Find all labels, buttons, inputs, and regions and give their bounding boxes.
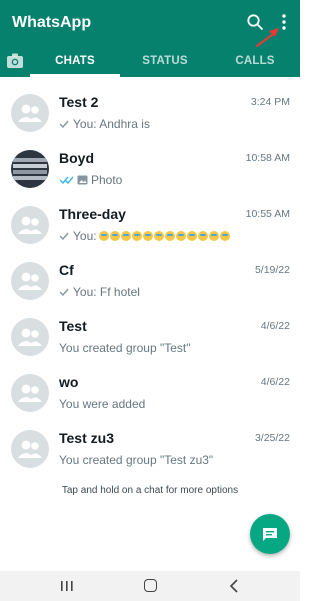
chat-time: 3:24 PM: [250, 96, 290, 108]
chat-time: 10:58 AM: [245, 152, 290, 164]
chat-name: Boyd: [59, 150, 94, 166]
chat-time: 4/6/22: [260, 376, 290, 388]
chat-preview-text: Photo: [91, 173, 123, 187]
chat-name: Cf: [59, 262, 74, 278]
sent-tick-icon: [59, 120, 69, 128]
chat-name: wo: [59, 374, 79, 390]
chat-preview-text: You: Ff hotel: [73, 285, 140, 299]
emoji-icon: [175, 231, 186, 241]
group-avatar-icon: [11, 94, 49, 132]
chat-name: Test 2: [59, 94, 99, 110]
chat-row[interactable]: Three-day 10:55 AM You:: [0, 204, 300, 260]
chat-preview: You: Ff hotel: [59, 285, 140, 299]
chat-preview-text: You created group "Test": [59, 341, 191, 355]
chat-name: Three-day: [59, 206, 126, 222]
emoji-sequence: [98, 231, 231, 241]
chat-preview-text: You:: [73, 229, 97, 243]
tab-status[interactable]: STATUS: [120, 44, 210, 77]
emoji-icon: [186, 231, 197, 241]
read-double-tick-icon: [59, 176, 73, 184]
group-avatar-icon: [11, 262, 49, 300]
emoji-icon: [98, 231, 109, 241]
app-header: WhatsApp CHATS STATUS CALLS: [0, 0, 300, 77]
chat-row[interactable]: Cf 5/19/22 You: Ff hotel: [0, 260, 300, 316]
tab-bar: CHATS STATUS CALLS: [0, 44, 300, 77]
group-avatar-icon: [11, 206, 49, 244]
emoji-icon: [131, 231, 142, 241]
chat-preview-text: You: Andhra is: [73, 117, 150, 131]
back-icon[interactable]: [228, 579, 240, 593]
system-nav-bar: [0, 571, 300, 601]
home-icon[interactable]: [144, 579, 157, 592]
new-chat-button[interactable]: [250, 514, 290, 554]
chat-preview: You:: [59, 229, 231, 243]
tab-chats[interactable]: CHATS: [30, 44, 120, 77]
app-title: WhatsApp: [12, 14, 92, 31]
chat-time: 5/19/22: [254, 264, 290, 276]
recent-apps-icon[interactable]: [60, 580, 74, 592]
emoji-icon: [208, 231, 219, 241]
chat-row[interactable]: Test 4/6/22 You created group "Test": [0, 316, 300, 372]
tab-calls[interactable]: CALLS: [210, 44, 300, 77]
group-avatar-icon: [11, 318, 49, 356]
emoji-icon: [219, 231, 230, 241]
chat-name: Test: [59, 318, 87, 334]
emoji-icon: [153, 231, 164, 241]
chat-row[interactable]: Boyd 10:58 AM Photo: [0, 148, 300, 204]
chat-time: 3/25/22: [254, 432, 290, 444]
emoji-icon: [142, 231, 153, 241]
chat-row[interactable]: Test zu3 3/25/22 You created group "Test…: [0, 428, 300, 484]
chat-name: Test zu3: [59, 430, 114, 446]
contact-photo-avatar: [11, 150, 49, 188]
group-avatar-icon: [11, 374, 49, 412]
chat-row[interactable]: wo 4/6/22 You were added: [0, 372, 300, 428]
emoji-icon: [164, 231, 175, 241]
sent-tick-icon: [59, 288, 69, 296]
new-chat-icon: [263, 528, 277, 541]
chat-preview-text: You created group "Test zu3": [59, 453, 214, 467]
chat-preview: You were added: [59, 397, 145, 411]
active-tab-indicator: [30, 74, 120, 77]
chat-preview-text: You were added: [59, 397, 146, 411]
photo-icon: [77, 175, 88, 185]
emoji-icon: [197, 231, 208, 241]
camera-icon[interactable]: [4, 50, 26, 72]
chat-preview: You created group "Test zu3": [59, 453, 213, 467]
chat-time: 10:55 AM: [245, 208, 290, 220]
chat-preview: You: Andhra is: [59, 117, 150, 131]
chat-preview: You created group "Test": [59, 341, 191, 355]
chat-preview: Photo: [59, 173, 122, 187]
hint-text: Tap and hold on a chat for more options: [61, 485, 239, 496]
chat-time: 4/6/22: [260, 320, 290, 332]
sent-tick-icon: [59, 232, 69, 240]
chat-row[interactable]: Test 2 3:24 PM You: Andhra is: [0, 92, 300, 148]
group-avatar-icon: [11, 430, 49, 468]
emoji-icon: [120, 231, 131, 241]
emoji-icon: [109, 231, 120, 241]
